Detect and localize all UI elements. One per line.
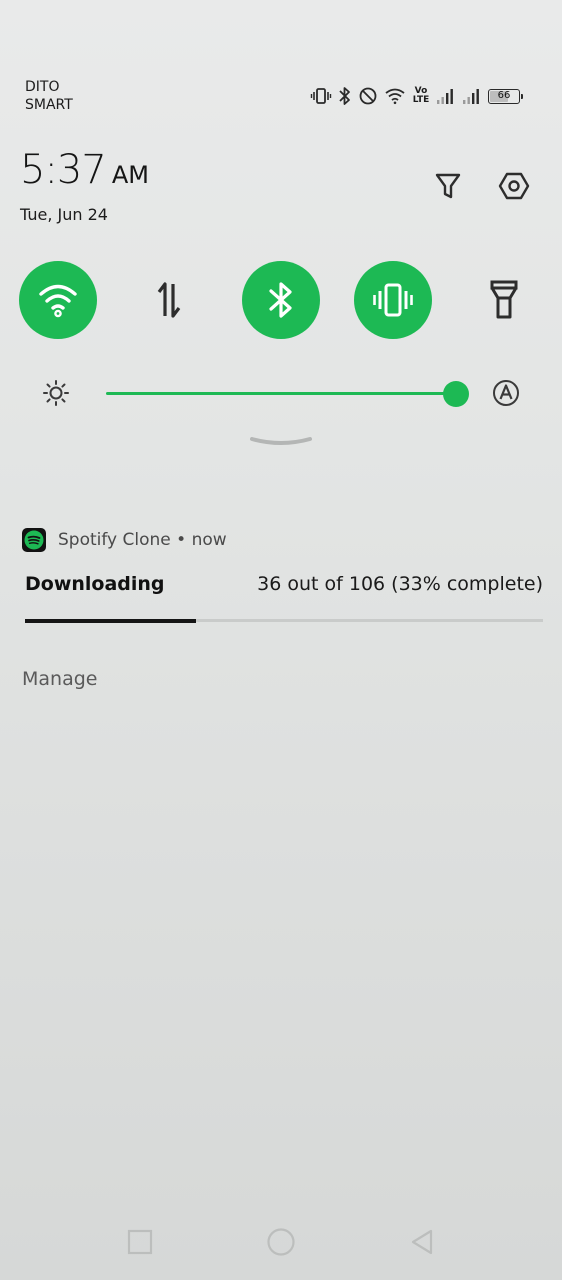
back-button[interactable] <box>404 1224 440 1260</box>
home-circle-icon <box>267 1228 295 1256</box>
home-button[interactable] <box>263 1224 299 1260</box>
filter-button[interactable] <box>428 166 468 206</box>
brightness-slider-track[interactable] <box>106 392 456 395</box>
bluetooth-tile[interactable] <box>242 261 320 339</box>
brightness-slider-thumb[interactable] <box>443 381 469 407</box>
filter-icon <box>435 173 461 199</box>
manage-button[interactable]: Manage <box>22 668 97 690</box>
settings-icon <box>498 172 530 200</box>
chevron-down-icon <box>250 437 312 445</box>
data-arrows-icon <box>157 282 181 318</box>
date-label[interactable]: Tue, Jun 24 <box>20 205 108 224</box>
carrier-line-1: DITO <box>25 79 60 95</box>
bluetooth-icon <box>269 282 292 318</box>
notification-separator: • <box>176 530 187 550</box>
auto-brightness-icon <box>493 380 519 406</box>
signal-icon <box>463 89 479 104</box>
notification-app-name: Spotify Clone <box>58 530 171 550</box>
battery-icon: 66 <box>488 88 523 104</box>
wifi-icon <box>39 284 77 318</box>
carrier-line-2: SMART <box>25 97 73 113</box>
flashlight-icon <box>490 280 518 319</box>
download-progress-bar <box>25 618 543 623</box>
recents-button[interactable] <box>122 1224 158 1260</box>
clock[interactable]: 5:37 AM <box>20 146 149 199</box>
battery-level: 66 <box>497 89 511 101</box>
clock-ampm: AM <box>111 161 149 189</box>
wifi-tile[interactable] <box>19 261 97 339</box>
vibrate-icon <box>373 283 413 317</box>
signal-icon <box>437 89 453 104</box>
bluetooth-icon <box>339 87 350 105</box>
volte-bottom: LTE <box>412 95 430 105</box>
back-triangle-icon <box>411 1229 433 1255</box>
carrier-label: DITO SMART <box>25 78 73 114</box>
wifi-icon <box>385 88 405 105</box>
notification-title[interactable]: Downloading <box>25 573 165 595</box>
notification-time: now <box>191 530 227 550</box>
do-not-disturb-icon <box>359 87 377 105</box>
brightness-indicator <box>40 377 72 409</box>
expand-handle[interactable] <box>250 432 312 451</box>
volte-icon: Vo LTE <box>412 87 430 105</box>
flashlight-tile[interactable] <box>465 261 543 339</box>
notification-progress-text: 36 out of 106 (33% complete) <box>257 573 543 595</box>
spotify-icon <box>22 528 46 552</box>
status-icons: Vo LTE 66 <box>310 84 523 108</box>
recents-square-icon <box>127 1229 153 1255</box>
brightness-icon <box>43 380 69 406</box>
settings-button[interactable] <box>494 166 534 206</box>
clock-time: 5:37 <box>20 147 107 193</box>
download-progress-fill <box>25 618 196 623</box>
vibrate-icon <box>310 88 332 104</box>
auto-brightness-button[interactable] <box>490 377 522 409</box>
mobile-data-tile[interactable] <box>130 261 208 339</box>
notification-header[interactable]: Spotify Clone • now <box>22 528 227 552</box>
vibrate-tile[interactable] <box>354 261 432 339</box>
